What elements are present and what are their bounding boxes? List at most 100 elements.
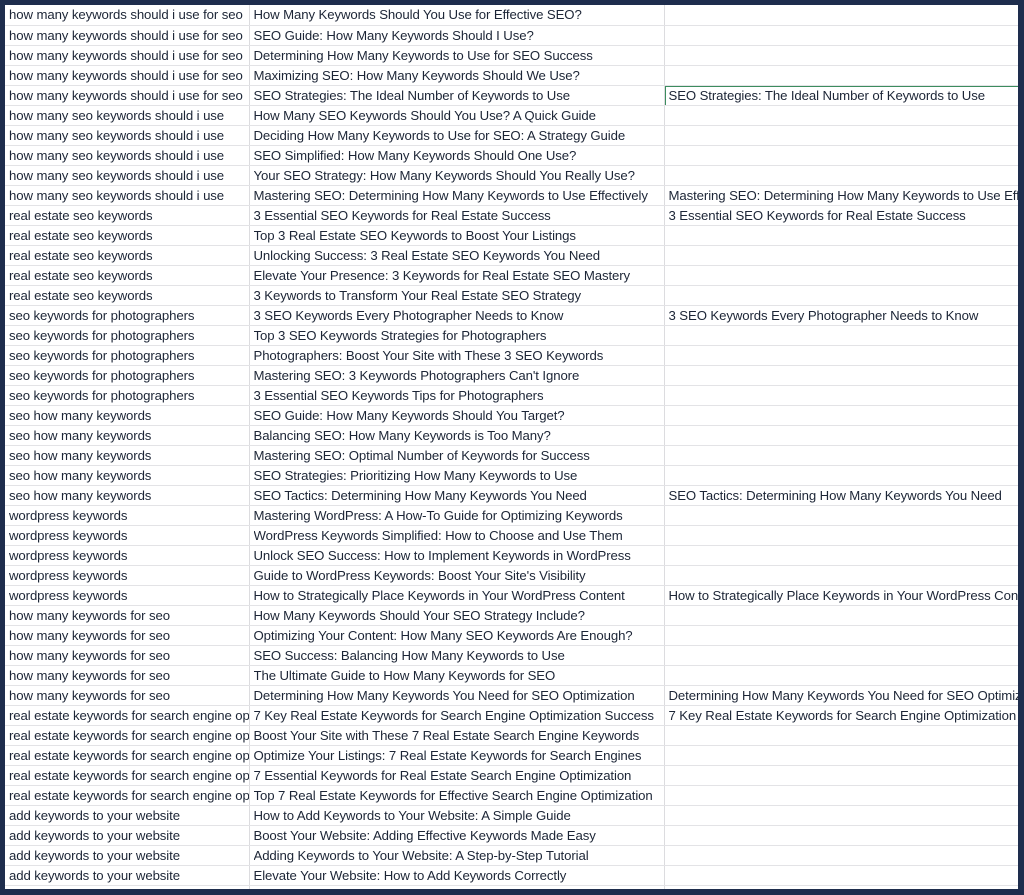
grid-cell[interactable]: SEO Tactics: Determining How Many Keywor…: [664, 485, 1018, 506]
grid-cell[interactable]: [664, 325, 1018, 346]
grid-cell[interactable]: Optimize Your Listings: 7 Real Estate Ke…: [249, 745, 665, 766]
grid-cell[interactable]: [664, 125, 1018, 146]
table-row[interactable]: how many keywords should i use for seo Ma…: [5, 65, 1018, 86]
table-row[interactable]: how many keywords should i use for seo SE…: [5, 85, 1018, 106]
grid-cell[interactable]: seo keywords for photographers: [5, 305, 250, 326]
table-row[interactable]: wordpress keywords How to Strategically P…: [5, 585, 1018, 606]
grid-cell[interactable]: [664, 145, 1018, 166]
grid-cell[interactable]: Mastering SEO: 3 Keywords Photographers …: [249, 365, 665, 386]
table-row[interactable]: how many keywords should i use for seo De…: [5, 45, 1018, 66]
table-row[interactable]: real estate seo keywords Top 3 Real Estat…: [5, 225, 1018, 246]
grid-cell[interactable]: seo keywords for photographers: [5, 365, 250, 386]
grid-cell[interactable]: How to Add Keywords to Your Website: A S…: [249, 805, 665, 826]
table-row[interactable]: add keywords to your website Adding Keywo…: [5, 845, 1018, 866]
grid-cell[interactable]: how many keywords for seo: [5, 685, 250, 706]
grid-cell[interactable]: seo keywords for photographers: [5, 345, 250, 366]
table-row[interactable]: real estate seo keywords 3 Essential SEO …: [5, 205, 1018, 226]
table-row[interactable]: wordpress keywords Guide to WordPress Key…: [5, 565, 1018, 586]
grid-cell[interactable]: SEO Guide: How Many Keywords Should I Us…: [249, 25, 665, 46]
grid-cell[interactable]: [664, 545, 1018, 566]
grid-cell[interactable]: seo keywords for photographers: [5, 385, 250, 406]
table-row[interactable]: wordpress keywords WordPress Keywords Sim…: [5, 525, 1018, 546]
grid-cell[interactable]: wordpress keywords: [5, 525, 250, 546]
grid-cell[interactable]: [664, 265, 1018, 286]
grid-cell[interactable]: Maximizing SEO: How Many Keywords Should…: [249, 65, 665, 86]
table-row[interactable]: seo how many keywords SEO Strategies: Pri…: [5, 465, 1018, 486]
grid-cell[interactable]: Optimize Your Site: A Guide to Adding Ke…: [664, 885, 1018, 889]
table-row[interactable]: real estate seo keywords 3 Keywords to Tr…: [5, 285, 1018, 306]
grid-cell[interactable]: [664, 365, 1018, 386]
grid-cell[interactable]: [664, 745, 1018, 766]
grid-cell[interactable]: [664, 725, 1018, 746]
grid-cell[interactable]: [664, 845, 1018, 866]
grid-cell[interactable]: how many seo keywords should i use: [5, 145, 250, 166]
grid-cell[interactable]: how many seo keywords should i use: [5, 125, 250, 146]
grid-cell[interactable]: how many keywords for seo: [5, 645, 250, 666]
grid-cell[interactable]: real estate keywords for search engine o…: [5, 765, 250, 786]
grid-cell[interactable]: How Many SEO Keywords Should You Use? A …: [249, 105, 665, 126]
grid-cell[interactable]: real estate keywords for search engine o…: [5, 705, 250, 726]
grid-cell[interactable]: Mastering SEO: Determining How Many Keyw…: [249, 185, 665, 206]
grid-cell[interactable]: [664, 385, 1018, 406]
grid-cell[interactable]: Mastering WordPress: A How-To Guide for …: [249, 505, 665, 526]
grid-cell[interactable]: Elevate Your Presence: 3 Keywords for Re…: [249, 265, 665, 286]
grid-cell[interactable]: real estate keywords for search engine o…: [5, 725, 250, 746]
grid-cell[interactable]: Elevate Your Website: How to Add Keyword…: [249, 865, 665, 886]
table-row[interactable]: how many seo keywords should i use Decidi…: [5, 125, 1018, 146]
grid-cell[interactable]: How to Strategically Place Keywords in Y…: [664, 585, 1018, 606]
grid-cell[interactable]: wordpress keywords: [5, 585, 250, 606]
grid-cell[interactable]: [664, 345, 1018, 366]
grid-cell[interactable]: SEO Success: Balancing How Many Keywords…: [249, 645, 665, 666]
table-row[interactable]: how many seo keywords should i use Master…: [5, 185, 1018, 206]
table-row[interactable]: how many keywords should i use for seo Ho…: [5, 5, 1018, 26]
table-row[interactable]: seo keywords for photographers Photograph…: [5, 345, 1018, 366]
grid-cell[interactable]: [664, 285, 1018, 306]
table-row[interactable]: seo how many keywords SEO Tactics: Determ…: [5, 485, 1018, 506]
grid-cell[interactable]: how many keywords should i use for seo: [5, 65, 250, 86]
grid-cell[interactable]: seo how many keywords: [5, 485, 250, 506]
table-row[interactable]: add keywords to your website How to Add K…: [5, 805, 1018, 826]
grid-cell[interactable]: Balancing SEO: How Many Keywords is Too …: [249, 425, 665, 446]
grid-cell[interactable]: [664, 45, 1018, 66]
grid-cell[interactable]: Top 3 Real Estate SEO Keywords to Boost …: [249, 225, 665, 246]
grid-cell[interactable]: The Ultimate Guide to How Many Keywords …: [249, 665, 665, 686]
grid-cell[interactable]: SEO Strategies: The Ideal Number of Keyw…: [249, 85, 665, 106]
table-row[interactable]: how many seo keywords should i use SEO Si…: [5, 145, 1018, 166]
grid-cell[interactable]: Mastering SEO: Optimal Number of Keyword…: [249, 445, 665, 466]
table-row[interactable]: seo keywords for photographers 3 Essentia…: [5, 385, 1018, 406]
grid-cell[interactable]: [664, 665, 1018, 686]
sheet-viewport[interactable]: how many keywords should i use for seo Ho…: [5, 5, 1018, 889]
grid-cell[interactable]: wordpress keywords: [5, 545, 250, 566]
table-row[interactable]: wordpress keywords Unlock SEO Success: Ho…: [5, 545, 1018, 566]
grid-cell[interactable]: add keywords to your website: [5, 845, 250, 866]
grid-cell[interactable]: seo keywords for photographers: [5, 325, 250, 346]
table-row[interactable]: real estate keywords for search engine o…: [5, 705, 1018, 726]
grid-cell[interactable]: 3 SEO Keywords Every Photographer Needs …: [664, 305, 1018, 326]
grid-cell[interactable]: [664, 865, 1018, 886]
grid-cell[interactable]: [664, 5, 1018, 26]
grid-cell[interactable]: 7 Key Real Estate Keywords for Search En…: [664, 705, 1018, 726]
grid-cell[interactable]: Optimizing Your Content: How Many SEO Ke…: [249, 625, 665, 646]
table-row[interactable]: seo keywords for photographers Mastering …: [5, 365, 1018, 386]
table-row[interactable]: seo keywords for photographers Top 3 SEO …: [5, 325, 1018, 346]
grid-cell[interactable]: Guide to WordPress Keywords: Boost Your …: [249, 565, 665, 586]
grid-cell[interactable]: real estate keywords for search engine o…: [5, 785, 250, 806]
grid-cell[interactable]: Adding Keywords to Your Website: A Step-…: [249, 845, 665, 866]
grid-cell[interactable]: seo how many keywords: [5, 425, 250, 446]
grid-cell[interactable]: real estate seo keywords: [5, 245, 250, 266]
grid-cell[interactable]: [664, 645, 1018, 666]
grid-cell[interactable]: [664, 165, 1018, 186]
table-row[interactable]: real estate seo keywords Unlocking Succes…: [5, 245, 1018, 266]
grid-cell[interactable]: add keywords to your website: [5, 805, 250, 826]
grid-cell[interactable]: how many keywords for seo: [5, 665, 250, 686]
table-row[interactable]: seo how many keywords Balancing SEO: How …: [5, 425, 1018, 446]
grid-cell[interactable]: [664, 785, 1018, 806]
table-row[interactable]: how many keywords for seo How Many Keywor…: [5, 605, 1018, 626]
grid-cell[interactable]: SEO Tactics: Determining How Many Keywor…: [249, 485, 665, 506]
table-row[interactable]: real estate keywords for search engine o…: [5, 745, 1018, 766]
grid-cell-selected[interactable]: SEO Strategies: The Ideal Number of Keyw…: [664, 85, 1018, 106]
grid-cell[interactable]: 7 Key Real Estate Keywords for Search En…: [249, 705, 665, 726]
grid-body[interactable]: how many keywords should i use for seo Ho…: [5, 5, 1018, 889]
table-row[interactable]: how many seo keywords should i use How Ma…: [5, 105, 1018, 126]
grid-cell[interactable]: 7 Essential Keywords for Real Estate Sea…: [249, 765, 665, 786]
